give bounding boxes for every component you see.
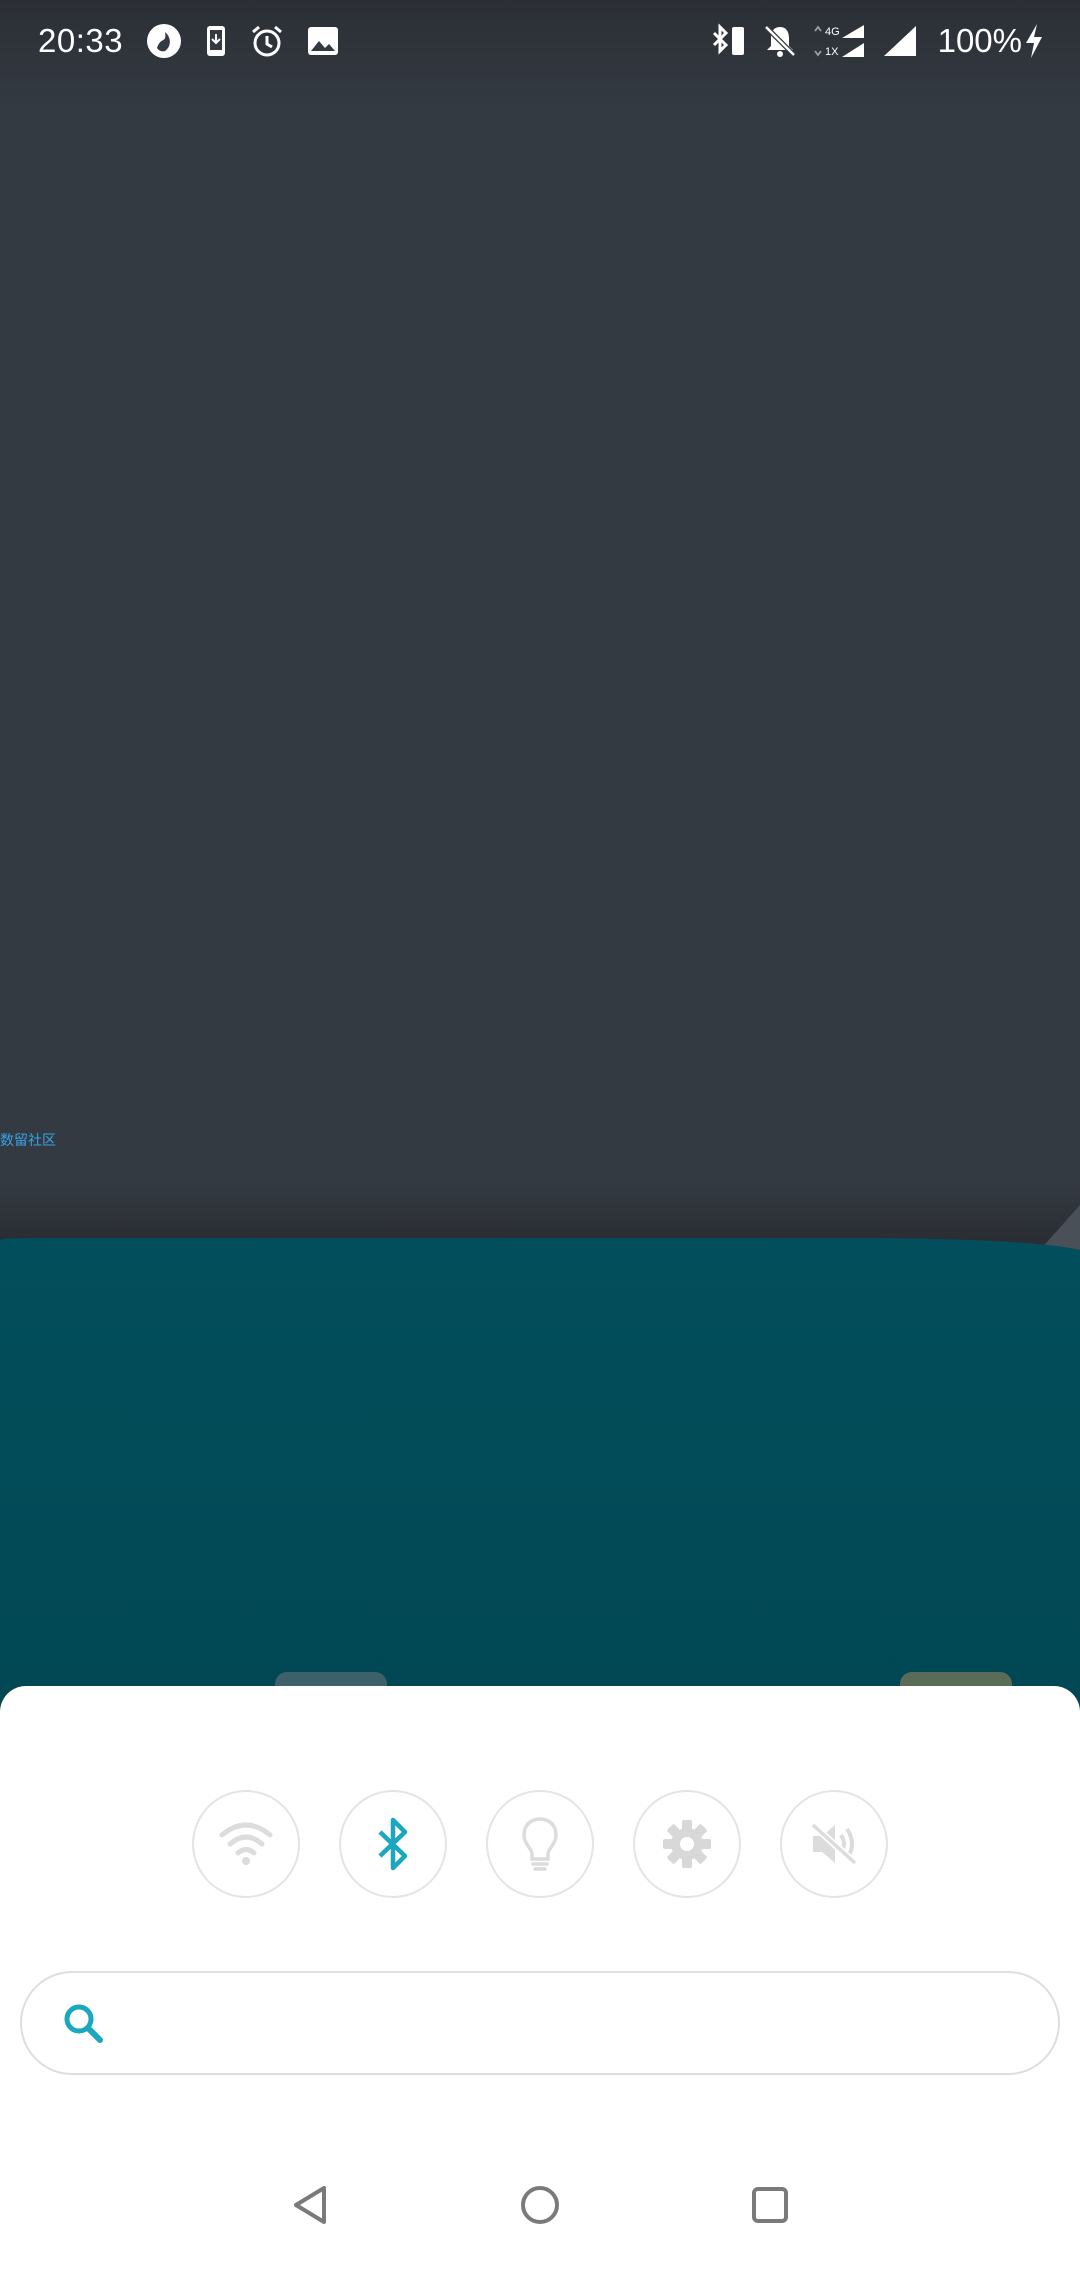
wallpaper-wave bbox=[0, 1238, 1080, 1710]
sound-toggle[interactable] bbox=[780, 1790, 888, 1898]
community-link[interactable]: 数留社区 bbox=[0, 1130, 56, 1150]
wifi-icon bbox=[219, 1822, 273, 1865]
clock: 20:33 bbox=[38, 22, 124, 59]
lightbulb-icon bbox=[522, 1817, 558, 1871]
network-label-top: 4G bbox=[825, 26, 840, 38]
status-left: 20:33 bbox=[38, 22, 361, 60]
notifications-off-icon bbox=[762, 23, 798, 59]
quick-toggles bbox=[192, 1790, 888, 1898]
status-right: 4G 1X 100% bbox=[708, 21, 1044, 61]
bluetooth-toggle[interactable] bbox=[339, 1790, 447, 1898]
battery-percentage: 100% bbox=[937, 22, 1022, 59]
search-bar[interactable] bbox=[20, 1971, 1060, 2075]
phone-download-icon bbox=[205, 25, 227, 57]
alarm-icon bbox=[249, 23, 285, 59]
gear-icon bbox=[663, 1820, 711, 1868]
wifi-toggle[interactable] bbox=[192, 1790, 300, 1898]
volume-mute-icon bbox=[810, 1822, 858, 1866]
mobile-data-4g-1x-icon: 4G 1X bbox=[812, 21, 868, 61]
flashlight-toggle[interactable] bbox=[486, 1790, 594, 1898]
home-screen: 20:33 4G 1X 100% 数留社区 bbox=[0, 0, 1080, 2280]
cloud-app-icon bbox=[145, 22, 183, 60]
search-icon bbox=[64, 2004, 103, 2043]
recents-square-icon bbox=[752, 2187, 788, 2223]
recents-button[interactable] bbox=[715, 2150, 825, 2260]
back-triangle-icon bbox=[294, 2186, 326, 2224]
bluetooth-icon bbox=[378, 1817, 408, 1871]
signal-icon bbox=[882, 24, 918, 58]
image-icon bbox=[307, 26, 339, 56]
charging-icon bbox=[1024, 23, 1044, 59]
search-input[interactable] bbox=[128, 1993, 1018, 2053]
home-button[interactable] bbox=[485, 2150, 595, 2260]
status-bar: 20:33 4G 1X 100% bbox=[0, 0, 1080, 82]
back-button[interactable] bbox=[255, 2150, 365, 2260]
home-circle-icon bbox=[521, 2186, 559, 2224]
network-label-bottom: 1X bbox=[825, 46, 839, 58]
settings-toggle[interactable] bbox=[633, 1790, 741, 1898]
bluetooth-battery-icon bbox=[708, 23, 748, 59]
navigation-bar bbox=[0, 2130, 1080, 2280]
quick-panel-sheet bbox=[0, 1686, 1080, 2280]
